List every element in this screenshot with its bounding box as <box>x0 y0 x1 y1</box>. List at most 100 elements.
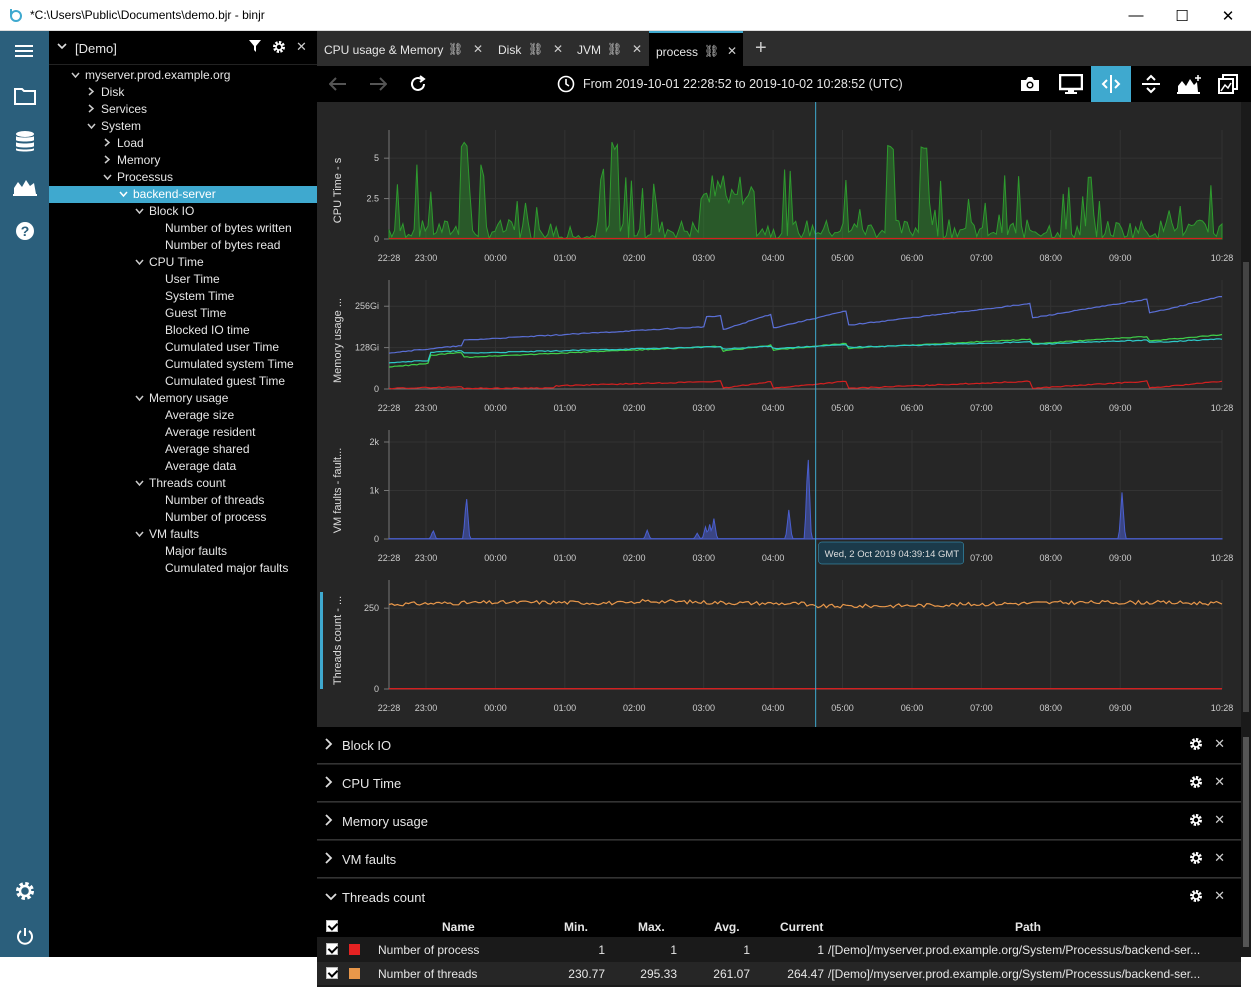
chevron-down-icon[interactable] <box>133 527 145 544</box>
power-icon[interactable] <box>0 916 49 956</box>
tree-node[interactable]: User Time <box>49 271 317 288</box>
close-tab-icon[interactable]: ✕ <box>727 44 737 58</box>
link-icon[interactable]: ⛓ <box>704 44 719 58</box>
chevron-right-icon[interactable] <box>85 85 97 102</box>
tree-node[interactable]: Blocked IO time <box>49 322 317 339</box>
accordion-vm-faults[interactable]: VM faults ✕ <box>317 841 1241 878</box>
chevron-right-icon[interactable] <box>101 153 113 170</box>
chevron-down-icon[interactable] <box>85 119 97 136</box>
chevron-right-icon[interactable] <box>85 102 97 119</box>
tab-disk[interactable]: Disk ⛓ ✕ <box>491 31 569 66</box>
row-checkbox[interactable] <box>326 943 338 955</box>
filter-icon[interactable] <box>249 40 261 55</box>
chart-icon[interactable] <box>0 166 49 206</box>
chevron-right-icon[interactable] <box>325 738 333 753</box>
gear-icon[interactable] <box>1189 813 1203 830</box>
close-button[interactable]: ✕ <box>1205 0 1251 31</box>
tree-node[interactable]: Average shared <box>49 441 317 458</box>
table-row[interactable]: Number of threads 230.77 295.33 261.07 2… <box>317 962 1241 985</box>
close-icon[interactable]: ✕ <box>296 39 307 55</box>
minimize-button[interactable]: — <box>1113 0 1159 31</box>
chevron-right-icon[interactable] <box>325 852 333 867</box>
link-icon[interactable]: ⛓ <box>448 42 463 56</box>
close-icon[interactable]: ✕ <box>1214 812 1225 828</box>
time-range-selector[interactable]: From 2019-10-01 22:28:52 to 2019-10-02 1… <box>583 77 903 91</box>
col-current[interactable]: Current <box>780 920 823 934</box>
tree-node[interactable]: Cumulated user Time <box>49 339 317 356</box>
row-checkbox[interactable] <box>326 967 338 979</box>
tab-jvm[interactable]: JVM ⛓ ✕ <box>570 31 648 66</box>
tree-node[interactable]: Load <box>49 135 317 152</box>
gear-icon[interactable] <box>1189 775 1203 792</box>
close-tab-icon[interactable]: ✕ <box>632 42 642 56</box>
tree-node[interactable]: Average size <box>49 407 317 424</box>
tree-node[interactable]: Threads count <box>49 475 317 492</box>
help-icon[interactable]: ? <box>0 211 49 251</box>
forward-arrow-icon[interactable] <box>363 66 393 102</box>
vertical-marker-toggle-icon[interactable] <box>1091 66 1131 102</box>
col-max[interactable]: Max. <box>638 920 665 934</box>
tree-node[interactable]: Guest Time <box>49 305 317 322</box>
add-chart-icon[interactable] <box>1173 66 1207 102</box>
col-min[interactable]: Min. <box>564 920 588 934</box>
chevron-down-icon[interactable] <box>133 476 145 493</box>
tree-node[interactable]: Cumulated system Time <box>49 356 317 373</box>
horizontal-marker-toggle-icon[interactable] <box>1135 66 1167 102</box>
tree-node[interactable]: Average data <box>49 458 317 475</box>
chevron-down-icon[interactable] <box>133 391 145 408</box>
link-icon[interactable]: ⛓ <box>607 42 622 56</box>
col-path[interactable]: Path <box>1015 920 1041 934</box>
clock-icon[interactable] <box>557 75 575 96</box>
menu-icon[interactable] <box>0 31 49 71</box>
tree-node[interactable]: Number of bytes written <box>49 220 317 237</box>
tree-node[interactable]: Number of threads <box>49 492 317 509</box>
table-row[interactable]: Number of process 1 1 1 1 /[Demo]/myserv… <box>317 938 1241 961</box>
tree-node[interactable]: System Time <box>49 288 317 305</box>
gear-icon[interactable] <box>1189 737 1203 754</box>
chevron-right-icon[interactable] <box>101 136 113 153</box>
col-name[interactable]: Name <box>442 920 475 934</box>
tree-node[interactable]: Disk <box>49 84 317 101</box>
overlay-charts-icon[interactable] <box>1213 66 1243 102</box>
settings-icon[interactable] <box>0 871 49 911</box>
chevron-right-icon[interactable] <box>325 776 333 791</box>
link-icon[interactable]: ⛓ <box>528 42 543 56</box>
close-icon[interactable]: ✕ <box>1214 850 1225 866</box>
tree-node[interactable]: Memory <box>49 152 317 169</box>
folder-icon[interactable] <box>0 76 49 116</box>
accordion-threads-count[interactable]: Threads count ✕ <box>317 879 1241 916</box>
tab-process[interactable]: process ⛓ ✕ <box>649 31 743 66</box>
legend-scrollbar[interactable] <box>1241 727 1251 957</box>
gear-icon[interactable] <box>1189 851 1203 868</box>
monitor-icon[interactable] <box>1055 66 1087 102</box>
tree-node[interactable]: Services <box>49 101 317 118</box>
accordion-cpu-time[interactable]: CPU Time ✕ <box>317 765 1241 802</box>
charts-scrollbar[interactable] <box>1241 102 1251 727</box>
select-all-checkbox[interactable] <box>326 920 338 932</box>
camera-icon[interactable] <box>1015 66 1045 102</box>
close-icon[interactable]: ✕ <box>1214 736 1225 752</box>
close-tab-icon[interactable]: ✕ <box>473 42 483 56</box>
chevron-down-icon[interactable] <box>57 40 67 54</box>
close-icon[interactable]: ✕ <box>1214 888 1225 904</box>
refresh-icon[interactable] <box>403 66 433 102</box>
maximize-button[interactable]: ☐ <box>1159 0 1205 31</box>
tree-node[interactable]: CPU Time <box>49 254 317 271</box>
chevron-down-icon[interactable] <box>133 255 145 272</box>
tree-node[interactable]: backend-server <box>49 186 317 203</box>
tree-node[interactable]: Memory usage <box>49 390 317 407</box>
gear-icon[interactable] <box>1189 889 1203 906</box>
tree-node[interactable]: VM faults <box>49 526 317 543</box>
scrollbar-thumb[interactable] <box>1243 262 1249 712</box>
chevron-down-icon[interactable] <box>69 68 81 85</box>
database-icon[interactable] <box>0 121 49 161</box>
tree-node[interactable]: Average resident <box>49 424 317 441</box>
tree-node[interactable]: Cumulated major faults <box>49 560 317 577</box>
chevron-down-icon[interactable] <box>133 204 145 221</box>
chevron-down-icon[interactable] <box>101 170 113 187</box>
chevron-right-icon[interactable] <box>325 814 333 829</box>
tree-node[interactable]: Major faults <box>49 543 317 560</box>
scrollbar-thumb[interactable] <box>1243 737 1249 947</box>
accordion-memory-usage[interactable]: Memory usage ✕ <box>317 803 1241 840</box>
tree-node[interactable]: Number of bytes read <box>49 237 317 254</box>
